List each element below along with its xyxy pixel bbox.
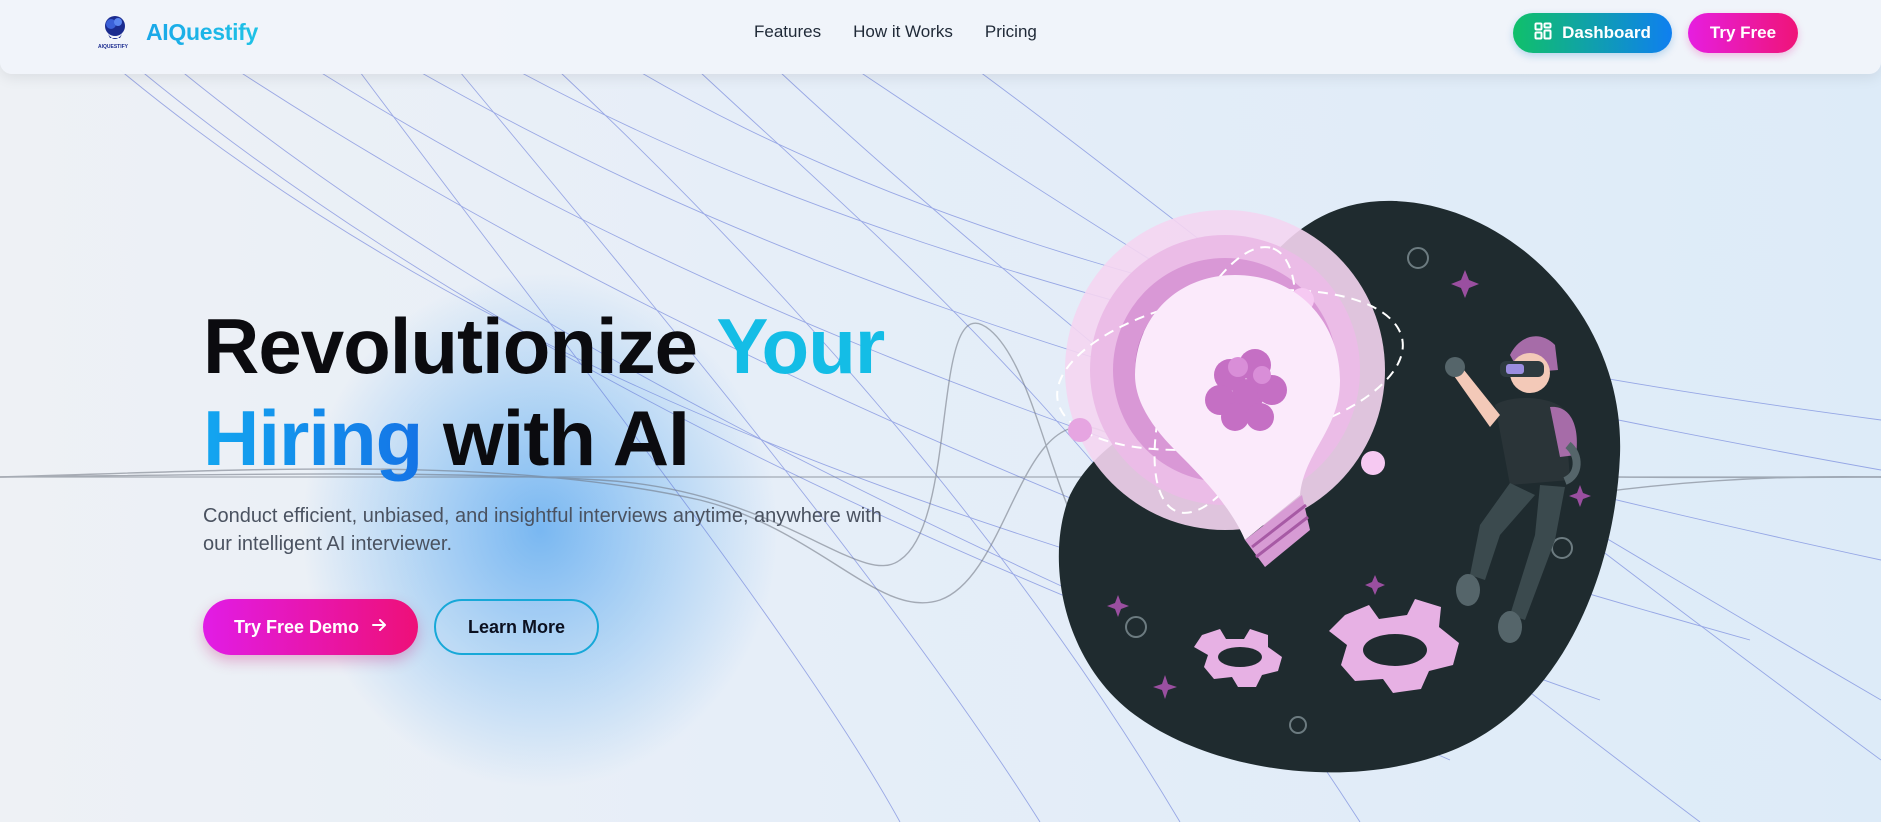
logo-tiny-text: AIQUESTIFY [98,44,129,50]
main-nav: Features How it Works Pricing [754,22,1037,42]
nav-pricing[interactable]: Pricing [985,22,1037,42]
hero-title-part2: Your [716,302,885,390]
grid-icon [1534,22,1552,45]
top-navbar: AIQUESTIFY AIQuestify Features How it Wo… [0,0,1881,74]
brand-name: AIQuestify [146,18,259,45]
try-free-demo-label: Try Free Demo [233,616,360,637]
brain-head-icon: AIQUESTIFY [98,14,134,50]
nav-features[interactable]: Features [754,22,821,42]
arrow-right-icon [371,617,387,638]
nav-how-it-works[interactable]: How it Works [853,22,953,42]
hero-title-part4: with AI [422,394,690,482]
hero-title: Revolutionize Your Hiring with AI [203,300,923,484]
logo[interactable]: AIQUESTIFY AIQuestify [98,14,258,50]
try-free-button[interactable]: Try Free [1688,13,1798,53]
hero-subtitle: Conduct efficient, unbiased, and insight… [203,505,882,555]
try-free-demo-button[interactable]: Try Free Demo [203,599,418,655]
dashboard-label: Dashboard [1562,23,1651,42]
hero-illustration [1056,200,1621,773]
hero-title-part3: Hiring [203,394,423,482]
learn-more-button[interactable]: Learn More [434,599,599,655]
hero-title-part1: Revolutionize [203,302,717,390]
dashboard-button[interactable]: Dashboard [1513,13,1672,53]
